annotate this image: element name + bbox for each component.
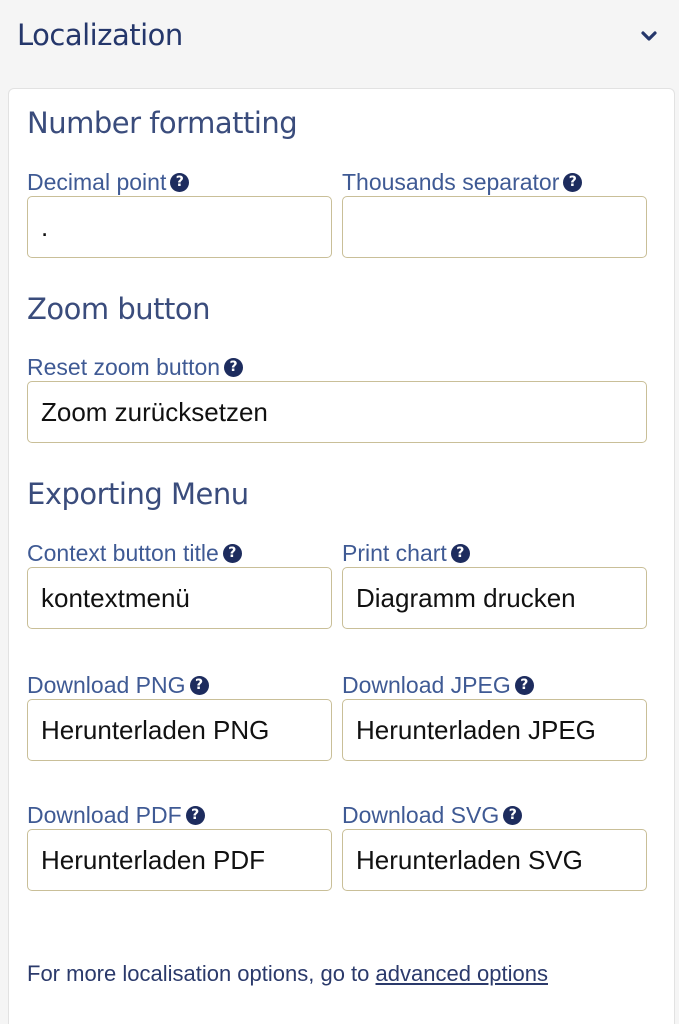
download-pdf-field[interactable] <box>27 829 332 891</box>
download-png-label: Download PNG ? <box>27 672 209 699</box>
help-icon[interactable]: ? <box>514 676 534 695</box>
advanced-options-link[interactable]: advanced options <box>376 961 548 986</box>
download-png-field[interactable] <box>27 699 332 761</box>
download-svg-label: Download SVG ? <box>342 802 523 829</box>
print-chart-field[interactable] <box>342 567 647 629</box>
help-icon[interactable]: ? <box>503 806 523 825</box>
thousands-separator-field[interactable] <box>342 196 647 258</box>
reset-zoom-field[interactable] <box>27 381 647 443</box>
download-svg-field[interactable] <box>342 829 647 891</box>
help-icon[interactable]: ? <box>170 173 190 192</box>
download-jpeg-field[interactable] <box>342 699 647 761</box>
download-jpeg-label: Download JPEG ? <box>342 672 534 699</box>
download-png-input[interactable] <box>41 714 318 746</box>
print-chart-input[interactable] <box>356 582 633 614</box>
context-button-title-label: Context button title ? <box>27 540 242 567</box>
number-formatting-heading: Number formatting <box>27 106 298 140</box>
reset-zoom-input[interactable] <box>41 396 633 428</box>
localization-header[interactable]: Localization <box>0 0 679 76</box>
thousands-separator-label: Thousands separator ? <box>342 169 583 196</box>
decimal-point-field[interactable] <box>27 196 332 258</box>
help-icon[interactable]: ? <box>222 544 242 563</box>
thousands-separator-input[interactable] <box>356 211 633 243</box>
exporting-menu-heading: Exporting Menu <box>27 477 249 511</box>
help-icon[interactable]: ? <box>185 806 205 825</box>
zoom-button-heading: Zoom button <box>27 292 210 326</box>
download-pdf-label: Download PDF ? <box>27 802 205 829</box>
section-header-title: Localization <box>17 18 183 52</box>
download-pdf-input[interactable] <box>41 844 318 876</box>
chevron-down-icon[interactable] <box>639 26 659 46</box>
help-icon[interactable]: ? <box>224 358 244 377</box>
decimal-point-input[interactable] <box>41 211 318 243</box>
help-icon[interactable]: ? <box>450 544 470 563</box>
help-icon[interactable]: ? <box>563 173 583 192</box>
context-button-title-input[interactable] <box>41 582 318 614</box>
download-svg-input[interactable] <box>356 844 633 876</box>
download-jpeg-input[interactable] <box>356 714 633 746</box>
advanced-options-note: For more localisation options, go to adv… <box>27 961 548 986</box>
decimal-point-label: Decimal point ? <box>27 169 190 196</box>
context-button-title-field[interactable] <box>27 567 332 629</box>
reset-zoom-label: Reset zoom button ? <box>27 354 244 381</box>
help-icon[interactable]: ? <box>189 676 209 695</box>
print-chart-label: Print chart ? <box>342 540 470 567</box>
